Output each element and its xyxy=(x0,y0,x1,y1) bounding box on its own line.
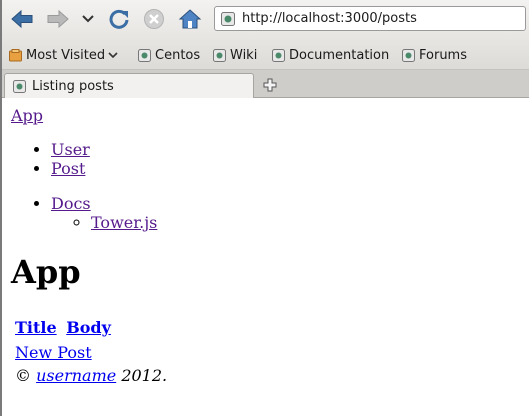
bookmark-documentation[interactable]: Documentation xyxy=(272,46,389,64)
page-content: App User Post Docs Tower.js App Title xyxy=(2,98,529,416)
bookmark-label: Most Visited xyxy=(26,47,106,63)
bookmark-centos[interactable]: Centos xyxy=(138,46,200,64)
page-icon xyxy=(138,48,151,62)
nav-link-towerjs[interactable]: Tower.js xyxy=(91,213,157,232)
sort-body-link[interactable]: Body xyxy=(66,318,111,337)
url-bar[interactable]: http://localhost:3000/posts xyxy=(214,6,526,31)
nav-item-docs: Docs Tower.js xyxy=(51,194,157,232)
bookmarks-toolbar: Most Visited Centos Wiki Documentation F… xyxy=(2,40,529,70)
page-favicon-icon xyxy=(13,79,26,93)
most-visited-icon xyxy=(9,48,22,61)
forward-button[interactable] xyxy=(46,7,70,31)
nav-item-user: User xyxy=(51,140,90,159)
chevron-down-icon xyxy=(82,15,94,23)
author-link[interactable]: username xyxy=(36,366,116,385)
url-text: http://localhost:3000/posts xyxy=(242,11,417,26)
page-icon xyxy=(213,48,226,62)
tab-strip: Listing posts xyxy=(2,70,529,98)
new-post-link[interactable]: New Post xyxy=(15,343,92,362)
page-icon xyxy=(402,48,415,62)
stop-button[interactable] xyxy=(142,7,166,31)
footer: © username 2012. xyxy=(15,366,167,385)
page-title: App xyxy=(11,253,81,291)
plus-icon xyxy=(263,78,277,92)
docs-nav: Docs Tower.js xyxy=(11,194,157,232)
sort-title-link[interactable]: Title xyxy=(15,318,57,337)
history-dropdown-button[interactable] xyxy=(76,7,100,31)
browser-window: http://localhost:3000/posts Most Visited… xyxy=(0,0,529,416)
home-icon xyxy=(178,9,202,29)
docs-sublist: Tower.js xyxy=(51,213,157,232)
tab-title: Listing posts xyxy=(32,78,114,94)
chevron-down-icon xyxy=(108,52,118,59)
main-nav: User Post xyxy=(11,140,90,178)
nav-link-post[interactable]: Post xyxy=(51,159,85,178)
nav-item-post: Post xyxy=(51,159,90,178)
forward-arrow-icon xyxy=(47,10,69,28)
copyright-year: 2012. xyxy=(121,366,168,385)
bookmark-wiki[interactable]: Wiki xyxy=(213,46,257,64)
posts-table-header: Title Body xyxy=(15,318,115,337)
stop-icon xyxy=(144,9,164,29)
back-arrow-icon xyxy=(11,10,33,28)
bookmark-label: Centos xyxy=(155,47,201,63)
brand-link[interactable]: App xyxy=(11,106,43,125)
back-button[interactable] xyxy=(10,7,34,31)
page-icon xyxy=(272,48,285,62)
reload-button[interactable] xyxy=(107,7,131,31)
page-favicon-icon xyxy=(221,11,235,26)
bookmark-label: Forums xyxy=(419,47,467,63)
nav-link-user[interactable]: User xyxy=(51,140,90,159)
bookmark-forums[interactable]: Forums xyxy=(402,46,467,64)
bookmark-label: Documentation xyxy=(289,47,390,63)
reload-icon xyxy=(109,9,129,29)
bookmark-label: Wiki xyxy=(230,47,258,63)
bookmark-most-visited[interactable]: Most Visited xyxy=(9,46,118,64)
tab-listing-posts[interactable]: Listing posts xyxy=(4,73,254,98)
new-tab-button[interactable] xyxy=(260,75,280,95)
nav-link-docs[interactable]: Docs xyxy=(51,194,91,213)
copyright-symbol: © xyxy=(15,366,31,385)
navigation-toolbar: http://localhost:3000/posts xyxy=(2,0,529,40)
home-button[interactable] xyxy=(178,7,202,31)
nav-item-towerjs: Tower.js xyxy=(91,213,157,232)
